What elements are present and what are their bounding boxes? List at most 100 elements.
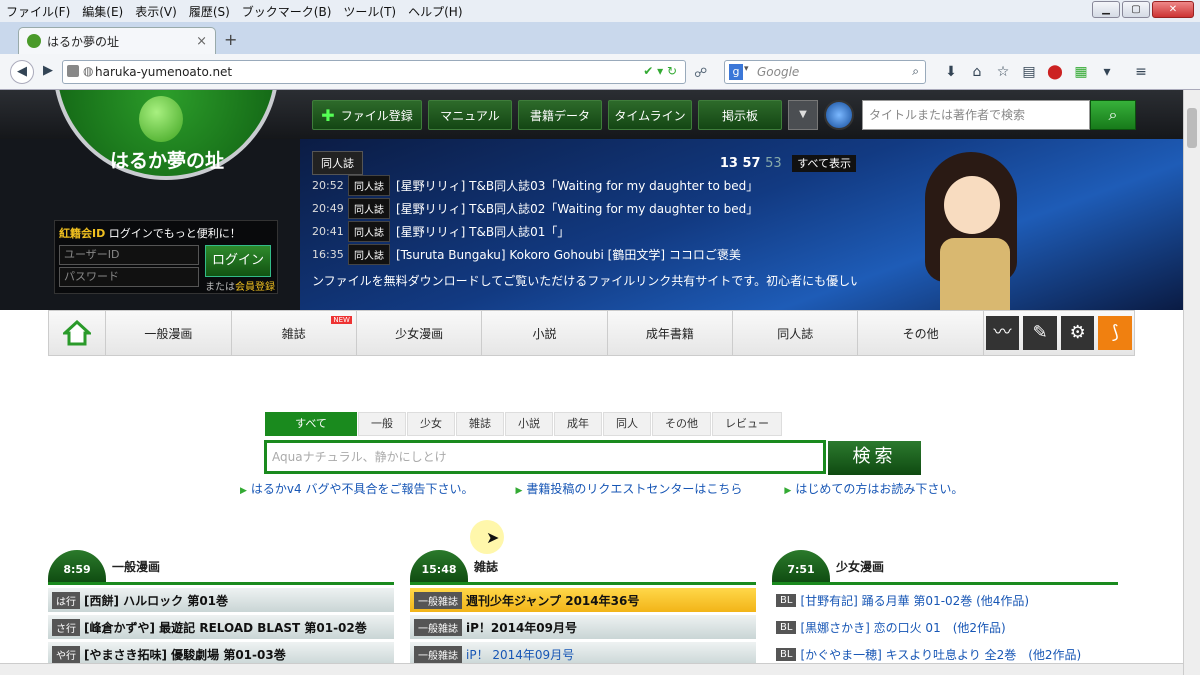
- search-engine-box[interactable]: g ▾ Google ⌕: [724, 60, 926, 84]
- list-item[interactable]: 一般雑誌 iP！2014年09月号: [410, 615, 756, 639]
- home-button[interactable]: [49, 311, 107, 355]
- list-item[interactable]: や行 [やまさき拓味] 優駿劇場 第01-03巻: [48, 642, 394, 663]
- horizontal-scrollbar[interactable]: [0, 663, 1183, 675]
- search-tab-novel[interactable]: 小説: [505, 412, 553, 436]
- overflow-icon[interactable]: ▾: [1094, 60, 1120, 84]
- gear-icon[interactable]: ⚙: [1060, 316, 1095, 350]
- menu-history[interactable]: 履歴(S): [183, 3, 236, 20]
- search-tab-other[interactable]: その他: [652, 412, 711, 436]
- search-tab-review[interactable]: レビュー: [712, 412, 782, 436]
- list-item[interactable]: さ行 [峰倉かずや] 最遊記 RELOAD BLAST 第01-02巻: [48, 615, 394, 639]
- site-search-input[interactable]: タイトルまたは著作者で検索: [862, 100, 1090, 130]
- bug-report-link[interactable]: はるかv4 バグや不具合をご報告下さい。: [240, 480, 474, 497]
- search-tab-all[interactable]: すべて: [265, 412, 357, 436]
- menu-file[interactable]: ファイル(F): [0, 3, 76, 20]
- vertical-scrollbar[interactable]: [1183, 90, 1200, 675]
- nav-timeline[interactable]: タイムライン: [608, 100, 692, 130]
- download-icon[interactable]: ⬇: [938, 60, 964, 84]
- password-input[interactable]: パスワード: [59, 267, 199, 287]
- register-prompt: または会員登録: [205, 278, 275, 293]
- close-window-button[interactable]: ✕: [1152, 1, 1194, 18]
- web-page: はるか夢の址 ✚ ファイル登録 マニュアル 書籍データ タイムライン 掲示板 ▼ …: [0, 90, 1183, 663]
- feed-row[interactable]: 20:52 同人誌 [星野リリィ] T&B同人誌03「Waiting for my …: [312, 174, 872, 197]
- search-icon[interactable]: ⌕: [912, 64, 919, 79]
- chart-icon[interactable]: 〰: [985, 316, 1020, 350]
- menu-help[interactable]: ヘルプ(H): [402, 3, 468, 20]
- feed-category: 同人誌: [348, 175, 390, 196]
- list-item[interactable]: BL [黒娜さかき] 恋の口火 01 (他2作品): [772, 615, 1118, 639]
- feed-tag[interactable]: 同人誌: [312, 151, 363, 175]
- url-bar[interactable]: ◍ haruka-yumenoato.net ✔ ▾ ↻: [62, 60, 686, 84]
- menu-view[interactable]: 表示(V): [129, 3, 183, 20]
- feed-row[interactable]: 20:49 同人誌 [星野リリィ] T&B同人誌02「Waiting for my …: [312, 197, 872, 220]
- globe-icon: ◍: [83, 64, 94, 78]
- main-search-input[interactable]: Aquaナチュラル、静かにしとけ: [264, 440, 826, 474]
- forward-icon[interactable]: ▶: [36, 60, 60, 84]
- globe-icon[interactable]: [824, 100, 854, 130]
- nav-bbs[interactable]: 掲示板: [698, 100, 782, 130]
- list-item[interactable]: BL [甘野有記] 踊る月華 第01-02巻 (他4作品): [772, 588, 1118, 612]
- category-nav: 一般漫画 雑誌 NEW 少女漫画 小説 成年書籍 同人誌 その他 〰 ✎ ⚙ ⟆: [48, 310, 1135, 356]
- first-time-link[interactable]: はじめての方はお読み下さい。: [784, 480, 963, 497]
- category-novel[interactable]: 小説: [482, 311, 608, 355]
- feed-row[interactable]: 20:41 同人誌 [星野リリィ] T&B同人誌01「」: [312, 220, 872, 243]
- search-engine-dropdown-icon[interactable]: ▾: [744, 64, 749, 74]
- show-all-button[interactable]: すべて表示: [792, 155, 856, 172]
- category-doujinshi[interactable]: 同人誌: [733, 311, 859, 355]
- pen-icon[interactable]: ✎: [1023, 316, 1057, 350]
- minimize-button[interactable]: ▁: [1092, 1, 1120, 18]
- site-search-button[interactable]: ⌕: [1090, 100, 1136, 130]
- search-tab-adult[interactable]: 成年: [554, 412, 602, 436]
- category-adult-books[interactable]: 成年書籍: [608, 311, 734, 355]
- menu-edit[interactable]: 編集(E): [76, 3, 129, 20]
- verified-dropdown-reload-icons[interactable]: ✔ ▾ ↻: [643, 64, 677, 78]
- nav-manual[interactable]: マニュアル: [428, 100, 512, 130]
- bookmarks-list-icon[interactable]: ▤: [1016, 60, 1042, 84]
- nav-dropdown-icon[interactable]: ▼: [788, 100, 818, 130]
- main-search-button[interactable]: 検索: [828, 441, 921, 475]
- category-magazine[interactable]: 雑誌 NEW: [232, 311, 357, 355]
- menu-tools[interactable]: ツール(T): [337, 3, 402, 20]
- category-general-manga[interactable]: 一般漫画: [106, 311, 232, 355]
- maximize-button[interactable]: ▢: [1122, 1, 1150, 18]
- search-tab-shoujo[interactable]: 少女: [407, 412, 455, 436]
- nav-file-register[interactable]: ✚ ファイル登録: [312, 100, 422, 130]
- request-center-link[interactable]: 書籍投稿のリクエストセンターはこちら: [515, 480, 742, 497]
- list-item[interactable]: 一般雑誌 iP！ 2014年09月号: [410, 642, 756, 663]
- list-item[interactable]: は行 [西餅] ハルロック 第01巻: [48, 588, 394, 612]
- item-badge: BL: [776, 593, 797, 607]
- search-tab-doujin[interactable]: 同人: [603, 412, 651, 436]
- close-tab-icon[interactable]: ×: [196, 34, 207, 49]
- column-title[interactable]: 少女漫画: [836, 558, 884, 575]
- new-tab-button[interactable]: +: [224, 30, 237, 49]
- adblock-icon[interactable]: ⬤: [1042, 60, 1068, 84]
- site-logo[interactable]: はるか夢の址: [53, 90, 279, 180]
- item-text: [甘野有記] 踊る月華 第01-02巻 (他4作品): [800, 593, 1030, 608]
- category-other[interactable]: その他: [858, 311, 984, 355]
- login-button[interactable]: ログイン: [205, 245, 271, 277]
- feed-row[interactable]: 16:35 同人誌 [Tsuruta Bungaku] Kokoro Gohoubi…: [312, 243, 872, 266]
- addon-icon[interactable]: ☍: [694, 66, 707, 81]
- list-item[interactable]: BL [かぐやま一穂] キスより吐息より 全2巻 (他2作品): [772, 642, 1118, 663]
- search-tab-general[interactable]: 一般: [358, 412, 406, 436]
- feed-title: [星野リリィ] T&B同人誌02「Waiting for my daughter…: [396, 202, 759, 216]
- menu-bookmarks[interactable]: ブックマーク(B): [236, 3, 338, 20]
- column-title[interactable]: 雑誌: [474, 558, 498, 575]
- nav-book-data[interactable]: 書籍データ: [518, 100, 602, 130]
- search-tab-magazine[interactable]: 雑誌: [456, 412, 504, 436]
- back-icon[interactable]: ◀: [10, 60, 34, 84]
- register-prefix: または: [205, 282, 235, 293]
- menu-icon[interactable]: ≡: [1128, 60, 1154, 84]
- extension-icon[interactable]: ▦: [1068, 60, 1094, 84]
- user-id-input[interactable]: ユーザーID: [59, 245, 199, 265]
- category-shoujo-manga[interactable]: 少女漫画: [357, 311, 483, 355]
- item-badge: BL: [776, 647, 797, 661]
- rss-icon[interactable]: ⟆: [1098, 316, 1133, 350]
- column-title[interactable]: 一般漫画: [112, 558, 160, 575]
- home-icon[interactable]: ⌂: [964, 60, 990, 84]
- list-item[interactable]: 一般雑誌 週刊少年ジャンプ 2014年36号: [410, 588, 756, 612]
- scrollbar-thumb[interactable]: [1187, 108, 1197, 148]
- bookmark-star-icon[interactable]: ☆: [990, 60, 1016, 84]
- browser-tab[interactable]: はるか夢の址 ×: [18, 27, 216, 54]
- register-link[interactable]: 会員登録: [235, 282, 275, 293]
